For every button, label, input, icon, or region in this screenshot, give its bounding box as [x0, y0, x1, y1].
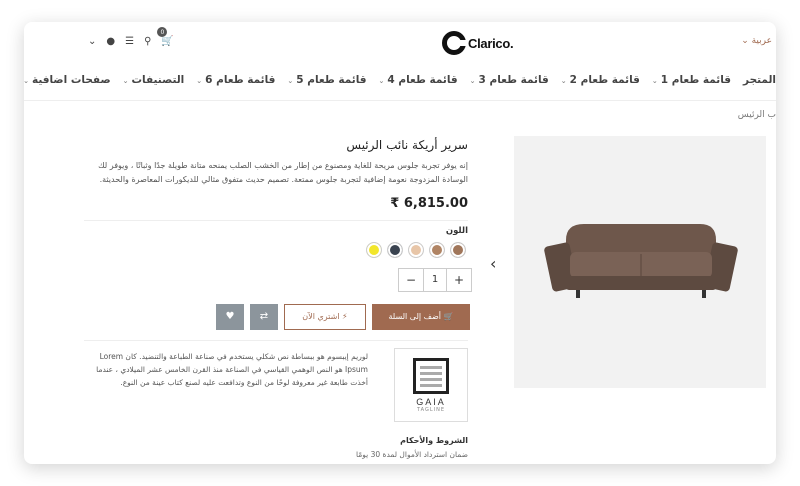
cart-icon[interactable]: 🛒 0: [157, 27, 174, 48]
chevron-down-icon: ⌄: [196, 77, 203, 85]
quantity-input[interactable]: 1: [423, 269, 447, 291]
color-swatch[interactable]: [366, 242, 382, 258]
nav-item-label: التصنيفات: [131, 74, 185, 86]
product-description: إنه يوفر تجربة جلوس مريحة للغاية ومصنوع …: [98, 161, 468, 184]
add-to-cart-label: أضف إلى السلة: [388, 312, 441, 321]
divider: [84, 340, 468, 341]
buy-now-label: اشتري الآن: [302, 312, 340, 321]
nav-item[interactable]: قائمة طعام 6⌄: [196, 74, 275, 86]
brand-logo[interactable]: GAIA TAGLINE: [394, 348, 468, 422]
breadcrumb[interactable]: ب الرئيس: [738, 110, 776, 120]
language-label: عربية: [751, 36, 772, 46]
header-divider: [24, 100, 776, 101]
chevron-down-icon: ⌄: [378, 77, 385, 85]
add-to-cart-button[interactable]: 🛒 أضف إلى السلة: [372, 304, 470, 330]
nav-item[interactable]: قائمة طعام 4⌄: [379, 74, 458, 86]
nav-item-label: قائمة طعام 1: [660, 74, 732, 86]
nav-item[interactable]: التصنيفات⌄: [123, 74, 185, 86]
color-swatches: [366, 242, 466, 258]
user-icon[interactable]: ●: [106, 36, 115, 48]
color-label: اللون: [445, 226, 468, 236]
nav-item[interactable]: قائمة طعام 3⌄: [470, 74, 549, 86]
nav-item-label: قائمة طعام 3: [478, 74, 549, 86]
cart-count-badge: 0: [157, 27, 168, 37]
nav-item-label: صفحات اضافية: [31, 74, 111, 86]
logo-text: Clarico.: [468, 35, 514, 51]
language-selector[interactable]: ⌄ عربية: [741, 36, 772, 46]
decrease-icon[interactable]: −: [399, 269, 423, 291]
action-buttons: 🛒 أضف إلى السلة ⚡ اشتري الآن ⇄ ♥: [216, 304, 470, 330]
main-nav: المتجر قائمة طعام 1⌄ قائمة طعام 2⌄ قائمة طع…: [24, 74, 776, 86]
color-swatch[interactable]: [429, 242, 445, 258]
nav-item[interactable]: قائمة طعام 1⌄: [652, 74, 731, 86]
chevron-down-icon: ⌄: [24, 77, 29, 85]
nav-item[interactable]: قائمة طعام 2⌄: [561, 74, 640, 86]
nav-item-label: قائمة طعام 6: [205, 74, 276, 86]
nav-item-label: قائمة طعام 5: [296, 74, 367, 86]
chevron-down-icon: ⌄: [560, 77, 567, 85]
nav-item-label: قائمة طعام 2: [569, 74, 640, 86]
compare-icon: ⇄: [259, 311, 269, 322]
browser-frame: ⌄ ● ☰ ⚲ 🛒 0 Clarico. ⌄ عربية المتجر قائمة …: [24, 22, 776, 464]
chevron-down-icon: ⌄: [122, 77, 129, 85]
product-price: 6,815.00 ₹: [390, 196, 468, 211]
buy-now-button[interactable]: ⚡ اشتري الآن: [284, 304, 366, 330]
divider: [84, 220, 468, 221]
header: ⌄ ● ☰ ⚲ 🛒 0 Clarico. ⌄ عربية المتجر قائمة …: [24, 22, 776, 100]
nav-item[interactable]: قائمة طعام 5⌄: [287, 74, 366, 86]
search-icon[interactable]: ⚲: [144, 36, 151, 48]
quantity-stepper: − 1 +: [398, 268, 472, 292]
terms-text: ضمان استرداد الأموال لمدة 30 يومًا: [355, 450, 468, 459]
logo-mark-icon: [442, 31, 467, 55]
nav-item[interactable]: صفحات اضافية⌄: [24, 74, 111, 86]
nav-item-label: المتجر: [743, 74, 776, 86]
brand-description: لوريم إيبسوم هو ببساطة نص شكلي يستخدم في…: [96, 352, 368, 387]
logo[interactable]: Clarico.: [442, 28, 514, 58]
chevron-down-icon: ⌄: [287, 77, 294, 85]
increase-icon[interactable]: +: [447, 269, 471, 291]
terms-title: الشروط والأحكام: [400, 436, 468, 445]
carousel-prev-arrow-icon[interactable]: ‹: [490, 254, 496, 273]
nav-item-label: قائمة طعام 4: [387, 74, 458, 86]
brand-tagline: TAGLINE: [416, 406, 446, 413]
product-image[interactable]: [514, 136, 766, 388]
color-swatch[interactable]: [387, 242, 403, 258]
color-swatch[interactable]: [450, 242, 466, 258]
sofa-image: [544, 224, 738, 298]
product-title: سرير أريكة نائب الرئيس: [346, 138, 468, 152]
header-icons: ⌄ ● ☰ ⚲ 🛒 0: [88, 27, 174, 48]
chevron-down-icon: ⌄: [651, 77, 658, 85]
brand-name: GAIA: [416, 396, 446, 407]
gaia-logo-icon: [413, 357, 449, 394]
settings-icon[interactable]: ☰: [125, 36, 134, 48]
chevron-down-icon: ⌄: [469, 77, 476, 85]
nav-item[interactable]: المتجر: [743, 74, 776, 86]
heart-icon: ♥: [225, 311, 235, 322]
account-chevron-icon[interactable]: ⌄: [88, 36, 96, 48]
wishlist-button[interactable]: ♥: [216, 304, 244, 330]
compare-button[interactable]: ⇄: [250, 304, 278, 330]
color-swatch[interactable]: [408, 242, 424, 258]
